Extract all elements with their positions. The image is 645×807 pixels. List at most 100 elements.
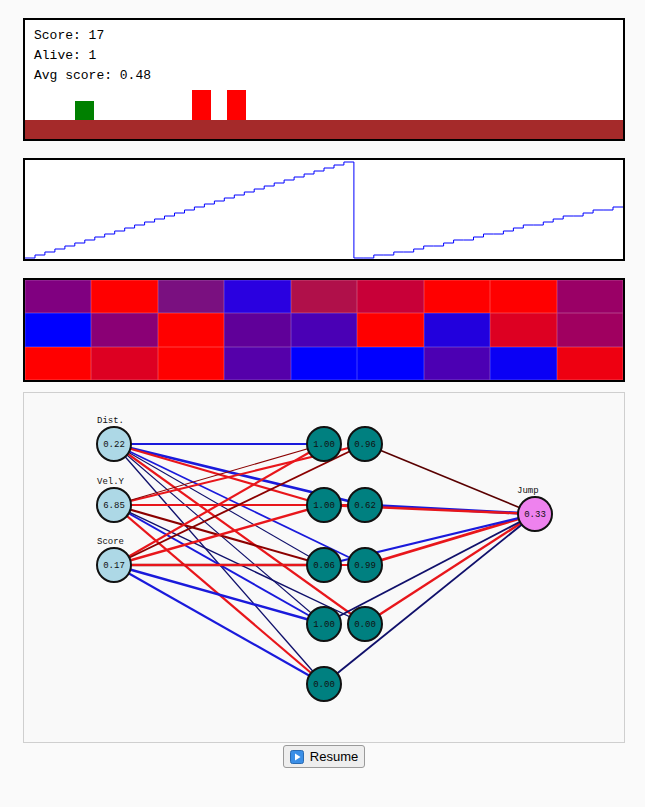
network-node: 1.00 (307, 488, 341, 522)
network-panel: 0.22 Dist. 6.85 Vel.Y 0.17 Score 1.00 1.00 0.06 1… (23, 392, 625, 743)
node-circle (97, 548, 131, 582)
network-edge (114, 444, 324, 565)
node-value: 0.99 (354, 561, 376, 571)
network-node: 6.85 Vel.Y (97, 477, 131, 522)
game-stage (25, 86, 623, 120)
node-value: 0.00 (313, 680, 335, 690)
weight-cell (357, 313, 423, 346)
network-edge (114, 444, 365, 565)
alive-text: Alive: 1 (34, 46, 614, 66)
node-circle (307, 548, 341, 582)
weight-cell (91, 347, 157, 380)
weight-cell (424, 347, 490, 380)
node-value: 0.96 (354, 440, 376, 450)
network-edge (114, 444, 324, 505)
ground (25, 120, 623, 139)
weight-cell (224, 280, 290, 313)
weight-cell (91, 313, 157, 346)
network-node: 1.00 (307, 607, 341, 641)
weight-cell (25, 347, 91, 380)
play-icon (290, 750, 304, 764)
node-circle (348, 607, 382, 641)
weight-cell (490, 347, 556, 380)
node-circle (307, 427, 341, 461)
weight-cell (357, 280, 423, 313)
node-circle (97, 427, 131, 461)
weight-cell (291, 347, 357, 380)
node-value: 6.85 (103, 501, 125, 511)
weight-cell (424, 313, 490, 346)
network-node: 0.00 (348, 607, 382, 641)
node-value: 0.33 (524, 510, 546, 520)
node-circle (97, 488, 131, 522)
network-edge (114, 443, 324, 445)
game-panel: Score: 17Alive: 1Avg score: 0.48 (23, 18, 625, 141)
node-label: Score (97, 537, 124, 547)
node-value: 0.17 (103, 561, 125, 571)
network-edge (114, 505, 365, 624)
node-label: Jump (517, 486, 539, 496)
network-edge (114, 505, 324, 565)
network-diagram: 0.22 Dist. 6.85 Vel.Y 0.17 Score 1.00 1.00 0.06 1… (24, 393, 624, 742)
node-label: Vel.Y (97, 477, 125, 487)
obstacle (227, 90, 246, 120)
node-value: 0.22 (103, 440, 125, 450)
node-circle (307, 667, 341, 701)
weight-cell (158, 280, 224, 313)
weight-cell (357, 347, 423, 380)
network-node: 0.00 (307, 667, 341, 701)
node-value: 0.00 (354, 620, 376, 630)
weight-cell (291, 313, 357, 346)
network-node: 0.62 (348, 488, 382, 522)
weight-cell (91, 280, 157, 313)
node-circle (348, 548, 382, 582)
weight-cell (291, 280, 357, 313)
weight-cell (224, 313, 290, 346)
button-row: Resume (23, 745, 625, 768)
weight-cell (25, 313, 91, 346)
node-circle (307, 607, 341, 641)
weight-cell (557, 313, 623, 346)
avg-score-text: Avg score: 0.48 (34, 66, 614, 86)
network-edge (114, 444, 324, 624)
node-value: 0.06 (313, 561, 335, 571)
page: Score: 17Alive: 1Avg score: 0.48 0.22 Dist… (0, 0, 625, 768)
network-edge (114, 565, 324, 684)
weight-cell (557, 347, 623, 380)
weight-cell (424, 280, 490, 313)
network-node: 0.17 Score (97, 537, 131, 582)
weight-cell (158, 313, 224, 346)
network-edge (114, 444, 324, 505)
resume-button[interactable]: Resume (283, 745, 365, 768)
node-circle (348, 427, 382, 461)
network-node: 0.99 (348, 548, 382, 582)
network-edge (114, 565, 324, 624)
node-circle (307, 488, 341, 522)
node-value: 1.00 (313, 440, 335, 450)
node-circle (518, 497, 552, 531)
network-node: 1.00 (307, 427, 341, 461)
network-node: 0.06 (307, 548, 341, 582)
resume-label: Resume (310, 749, 358, 764)
network-edge (365, 514, 535, 624)
weight-cell (557, 280, 623, 313)
node-label: Dist. (97, 416, 124, 426)
network-edge (324, 514, 535, 684)
score-line (25, 162, 623, 258)
game-stats: Score: 17Alive: 1Avg score: 0.48 (25, 20, 623, 86)
network-node: 0.33 Jump (517, 486, 552, 531)
network-edge (324, 514, 535, 624)
node-circle (348, 488, 382, 522)
network-edge (114, 505, 324, 684)
network-node: 0.96 (348, 427, 382, 461)
obstacle (192, 90, 211, 120)
weight-cell (25, 280, 91, 313)
network-node: 0.22 Dist. (97, 416, 131, 461)
node-value: 0.62 (354, 501, 376, 511)
weight-cell (158, 347, 224, 380)
node-value: 1.00 (313, 620, 335, 630)
score-chart (23, 158, 625, 261)
player (75, 101, 94, 120)
score-chart-plot (25, 160, 623, 259)
weight-cell (490, 313, 556, 346)
